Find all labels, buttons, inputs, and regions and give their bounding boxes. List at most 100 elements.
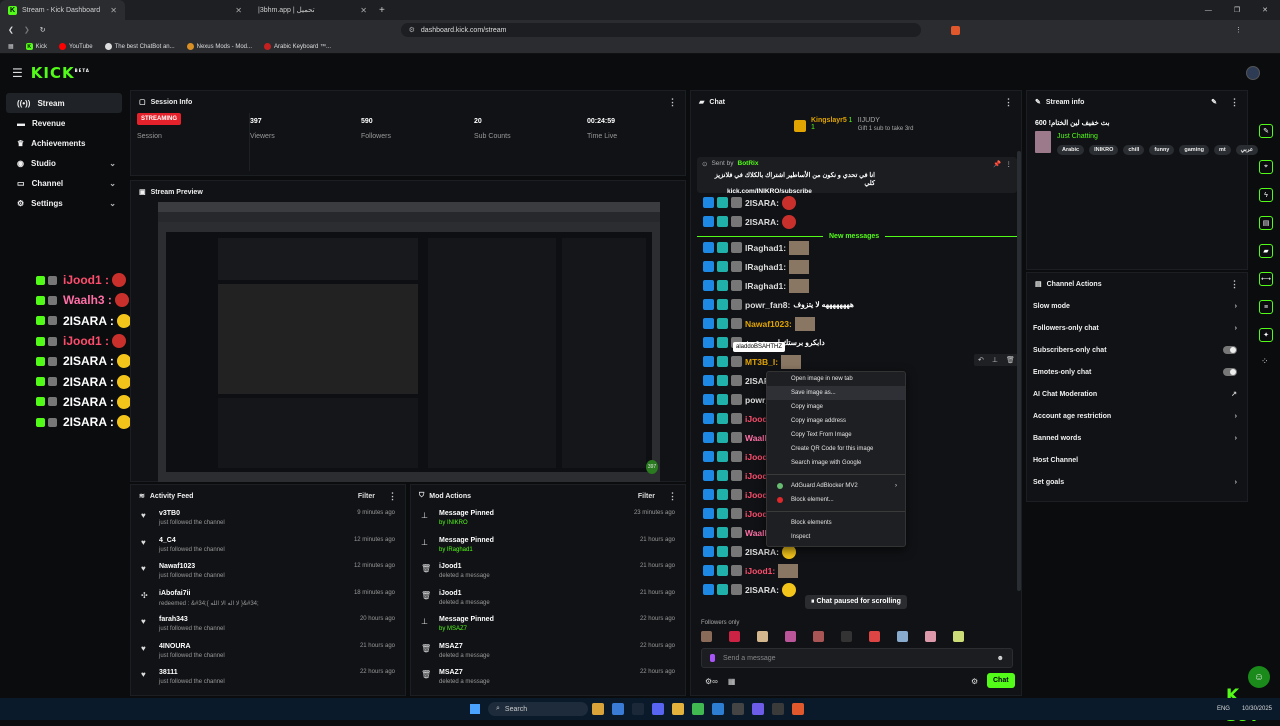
- chat-message[interactable]: 2ISARA:: [695, 193, 797, 212]
- target-rail-icon[interactable]: ⌖: [1259, 160, 1273, 174]
- emote[interactable]: [782, 582, 797, 597]
- chat-message[interactable]: lRaghad1:: [695, 257, 810, 276]
- context-menu-item[interactable]: Create QR Code for this image: [767, 442, 905, 456]
- chat-username[interactable]: Nawaf1023:: [745, 319, 792, 329]
- chat-message[interactable]: iJood1:: [695, 561, 799, 580]
- channel-action-row[interactable]: Banned words ›: [1027, 427, 1247, 449]
- emoji-icon[interactable]: ☻: [997, 655, 1004, 662]
- avatar[interactable]: [1246, 66, 1260, 80]
- channel-action-row[interactable]: Slow mode ›: [1027, 295, 1247, 317]
- emote[interactable]: [778, 563, 799, 578]
- more-menu-icon[interactable]: ⋮: [1230, 279, 1239, 290]
- activity-username[interactable]: iAbofai7ii: [159, 590, 259, 597]
- forward-icon[interactable]: ❯: [24, 26, 30, 34]
- emote[interactable]: [789, 278, 810, 293]
- more-menu-icon[interactable]: ⋮: [668, 491, 677, 502]
- calendar-icon[interactable]: ▦: [728, 677, 736, 686]
- activity-username[interactable]: Nawaf1023: [159, 563, 225, 570]
- note-rail-icon[interactable]: ▤: [1259, 216, 1273, 230]
- reply-icon[interactable]: ↶: [978, 356, 984, 364]
- bot-icon[interactable]: ⚙∞: [705, 677, 718, 686]
- context-menu-item[interactable]: Copy Text From Image: [767, 428, 905, 442]
- chrome-icon[interactable]: [672, 703, 684, 715]
- activity-username[interactable]: 4_C4: [159, 537, 225, 544]
- chat-message[interactable]: Nawaf1023:: [695, 314, 815, 333]
- emote[interactable]: [869, 631, 880, 642]
- chat-paused-button[interactable]: ⏸ Chat paused for scrolling: [805, 595, 907, 609]
- chat-message[interactable]: iJood: [695, 504, 768, 523]
- emote[interactable]: [757, 631, 768, 642]
- apps-icon[interactable]: ▦: [8, 43, 14, 50]
- app-icon[interactable]: [612, 703, 624, 715]
- close-tab-icon[interactable]: ✕: [110, 6, 117, 15]
- mic-icon[interactable]: [710, 654, 715, 662]
- chat-message[interactable]: lRaghad1:: [695, 276, 810, 295]
- wrench-rail-icon[interactable]: ✦: [1259, 328, 1273, 342]
- category-thumbnail[interactable]: [1035, 131, 1051, 153]
- chat-message[interactable]: 2ISARA:: [695, 212, 797, 231]
- stream-tag[interactable]: mt: [1213, 145, 1231, 155]
- browser-tab-active[interactable]: K Stream - Kick Dashboard ✕: [0, 0, 125, 20]
- app-icon[interactable]: [712, 703, 724, 715]
- brave-shield-icon[interactable]: [950, 25, 960, 35]
- chat-username[interactable]: powr_fan8:: [745, 300, 790, 310]
- discord-icon[interactable]: [652, 703, 664, 715]
- chat-message[interactable]: powr_fan8: ههههههههه لا يتزوف: [695, 295, 854, 314]
- kick-logo[interactable]: KICKBETA: [31, 64, 90, 82]
- edit-icon[interactable]: ✎: [1211, 98, 1217, 106]
- more-menu-icon[interactable]: ⋮: [1006, 160, 1013, 168]
- context-menu-item[interactable]: Block element...: [767, 493, 905, 507]
- bolt-rail-icon[interactable]: ϟ: [1259, 188, 1273, 202]
- chat-username[interactable]: 2ISARA:: [745, 217, 779, 227]
- url-field[interactable]: ⚙ dashboard.kick.com/stream: [400, 23, 921, 37]
- context-menu-item[interactable]: Save image as...: [767, 386, 905, 400]
- emote[interactable]: [925, 631, 936, 642]
- back-icon[interactable]: ❮: [8, 26, 14, 34]
- app-icon[interactable]: [772, 703, 784, 715]
- context-menu-item[interactable]: Search image with Google: [767, 456, 905, 470]
- bookmark[interactable]: YouTube: [59, 43, 93, 50]
- new-tab-icon[interactable]: +: [379, 5, 385, 16]
- brave-icon[interactable]: [792, 703, 804, 715]
- chat-username[interactable]: 2ISARA:: [745, 547, 779, 557]
- sidebar-item-channel[interactable]: ▭ Channel ⌄: [6, 173, 122, 193]
- toggle-switch[interactable]: [1223, 368, 1237, 376]
- chat-username[interactable]: iJood1:: [745, 566, 775, 576]
- bookmark[interactable]: K Kick: [25, 43, 47, 50]
- stream-tag[interactable]: chill: [1123, 145, 1145, 155]
- sidebar-item-revenue[interactable]: ▬ Revenue: [6, 113, 122, 133]
- stream-tag[interactable]: gaming: [1179, 145, 1209, 155]
- link-rail-icon[interactable]: ⟷: [1259, 272, 1273, 286]
- chat-username[interactable]: iJood: [745, 452, 768, 462]
- chat-username[interactable]: lRaghad1:: [745, 262, 786, 272]
- reload-icon[interactable]: ↻: [40, 26, 46, 34]
- pin-icon[interactable]: ⊥: [992, 356, 998, 364]
- chat-message[interactable]: iJood: [695, 447, 768, 466]
- sidebar-item-achievements[interactable]: ♛ Achievements: [6, 133, 122, 153]
- context-menu-item[interactable]: Block elements: [767, 516, 905, 530]
- stream-tag[interactable]: funny: [1149, 145, 1175, 155]
- chat-message[interactable]: MT3B_I:: [695, 352, 802, 371]
- emote[interactable]: [953, 631, 964, 642]
- chat-username[interactable]: iJood: [745, 509, 768, 519]
- more-menu-icon[interactable]: ⋮: [1004, 97, 1013, 108]
- chat-username[interactable]: lRaghad1:: [745, 281, 786, 291]
- chat-message[interactable]: 2ISARA:: [695, 580, 797, 599]
- chat-message[interactable]: iJood: [695, 466, 768, 485]
- filter-button[interactable]: Filter: [358, 493, 375, 500]
- language-indicator[interactable]: ENG: [1217, 706, 1230, 712]
- emote[interactable]: [841, 631, 852, 642]
- settings-icon[interactable]: ⚙: [971, 677, 978, 686]
- chat-message[interactable]: Waalh3:: [695, 523, 777, 542]
- site-info-icon[interactable]: ⚙: [409, 26, 415, 34]
- taskbar-search[interactable]: ⌕ Search: [488, 702, 588, 716]
- emote[interactable]: [789, 259, 810, 274]
- emote[interactable]: [782, 214, 797, 229]
- emote[interactable]: [813, 631, 824, 642]
- sidebar-item-studio[interactable]: ◉ Studio ⌄: [6, 153, 122, 173]
- channel-action-row[interactable]: Emotes-only chat: [1027, 361, 1247, 383]
- toggle-switch[interactable]: [1223, 346, 1237, 354]
- list-rail-icon[interactable]: ≡: [1259, 300, 1273, 314]
- emote[interactable]: [794, 316, 815, 331]
- file-explorer-icon[interactable]: [592, 703, 604, 715]
